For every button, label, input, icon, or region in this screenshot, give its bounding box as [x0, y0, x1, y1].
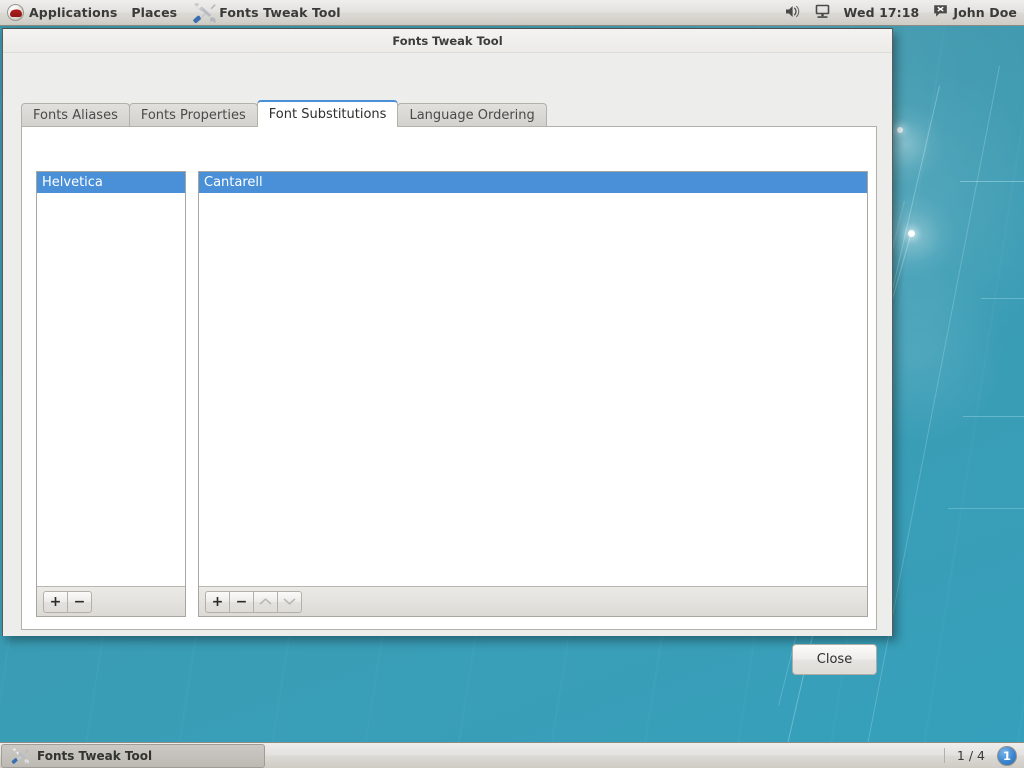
substitute-font-pane: Cantarell + − — [198, 171, 868, 617]
close-button-label: Close — [816, 652, 853, 667]
active-application-title: Fonts Tweak Tool — [219, 5, 341, 20]
volume-menu[interactable] — [778, 0, 808, 25]
notebook-page: Helvetica + − Cantarell + − — [21, 126, 877, 630]
tab-fonts-properties[interactable]: Fonts Properties — [128, 103, 258, 127]
screen: Applications Places Fonts Tweak Tool Wed… — [0, 0, 1024, 768]
substitution-source-list[interactable]: Helvetica — [37, 172, 185, 587]
redhat-logo-icon — [7, 4, 24, 21]
tools-icon — [10, 747, 30, 765]
add-substitution-source-button[interactable]: + — [43, 590, 68, 613]
tab-label: Fonts Aliases — [33, 108, 118, 123]
taskbar-item-label: Fonts Tweak Tool — [37, 748, 153, 763]
wallpaper-tick — [963, 416, 1024, 417]
remove-substitute-font-button[interactable]: − — [229, 590, 254, 613]
user-status-icon — [933, 4, 948, 21]
applications-menu[interactable]: Applications — [0, 0, 124, 25]
workspace-switcher[interactable]: 1 / 4 1 — [943, 745, 1024, 766]
minus-icon: − — [235, 593, 248, 610]
places-menu[interactable]: Places — [124, 0, 184, 25]
workspace-badge[interactable]: 1 — [997, 745, 1017, 766]
network-menu[interactable] — [808, 0, 837, 25]
tab-label: Language Ordering — [409, 108, 535, 123]
list-item-label: Cantarell — [204, 175, 263, 190]
move-up-button[interactable] — [253, 590, 278, 613]
substitution-source-toolbar: + − — [37, 587, 185, 616]
user-menu[interactable]: John Doe — [926, 0, 1024, 25]
window-content: Fonts Aliases Fonts Properties Font Subs… — [3, 53, 892, 675]
workspace-count-label: 1 / 4 — [943, 748, 989, 763]
wallpaper-tick — [948, 508, 1024, 509]
remove-substitution-source-button[interactable]: − — [67, 590, 92, 613]
tab-strip: Fonts Aliases Fonts Properties Font Subs… — [21, 100, 877, 127]
window-titlebar[interactable]: Fonts Tweak Tool — [3, 29, 892, 53]
tab-font-substitutions[interactable]: Font Substitutions — [256, 100, 399, 127]
clock-label: Wed 17:18 — [843, 5, 920, 20]
places-menu-label: Places — [131, 5, 178, 20]
plus-icon: + — [49, 593, 62, 610]
tab-label: Font Substitutions — [268, 107, 387, 122]
wallpaper-tick — [960, 181, 1024, 182]
application-window: Fonts Tweak Tool Fonts Aliases Fonts Pro… — [2, 28, 893, 675]
window-title: Fonts Tweak Tool — [392, 33, 503, 48]
substitute-font-list[interactable]: Cantarell — [199, 172, 867, 587]
bottom-panel: Fonts Tweak Tool 1 / 4 1 — [0, 742, 1024, 768]
wallpaper-tick — [981, 298, 1024, 299]
add-substitute-font-button[interactable]: + — [205, 590, 230, 613]
plus-icon: + — [211, 593, 224, 610]
substitution-source-pane: Helvetica + − — [36, 171, 186, 617]
wallpaper-dot — [897, 127, 903, 133]
substitute-font-toolbar: + − — [199, 587, 867, 616]
top-panel: Applications Places Fonts Tweak Tool Wed… — [0, 0, 1024, 26]
minus-icon: − — [73, 593, 86, 610]
taskbar-item-fonts-tweak-tool[interactable]: Fonts Tweak Tool — [1, 743, 265, 768]
close-button[interactable]: Close — [792, 644, 877, 675]
tab-fonts-aliases[interactable]: Fonts Aliases — [21, 103, 130, 127]
applications-menu-label: Applications — [29, 5, 118, 20]
list-item[interactable]: Cantarell — [199, 172, 867, 193]
tab-language-ordering[interactable]: Language Ordering — [397, 103, 547, 127]
chevron-down-icon — [283, 597, 296, 606]
user-name-label: John Doe — [953, 5, 1017, 20]
active-application-menu[interactable]: Fonts Tweak Tool — [184, 0, 348, 25]
network-icon — [815, 4, 830, 22]
tab-label: Fonts Properties — [140, 108, 246, 123]
move-down-button[interactable] — [277, 590, 302, 613]
tools-icon — [191, 2, 217, 24]
volume-icon — [785, 4, 801, 22]
chevron-up-icon — [259, 597, 272, 606]
list-item[interactable]: Helvetica — [37, 172, 185, 193]
clock[interactable]: Wed 17:18 — [837, 0, 927, 25]
list-item-label: Helvetica — [42, 175, 103, 190]
